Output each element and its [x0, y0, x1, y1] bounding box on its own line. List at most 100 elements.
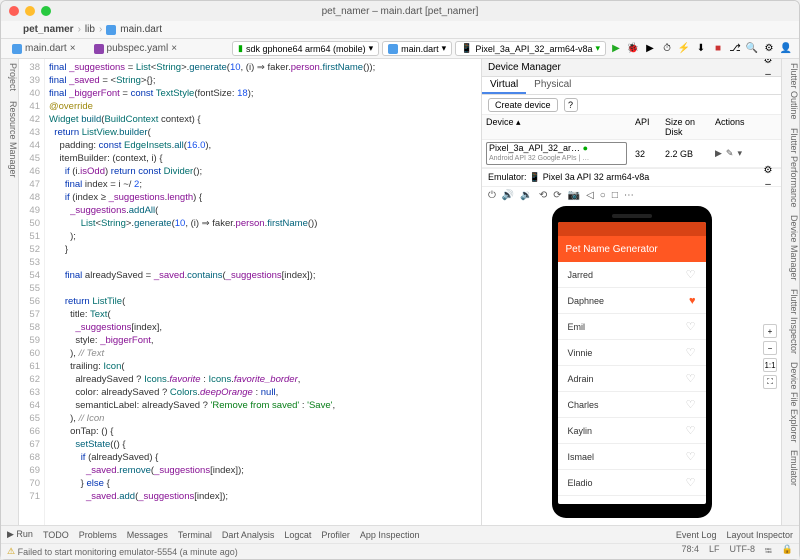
- col-size[interactable]: Size on Disk: [661, 115, 711, 139]
- debug-icon[interactable]: 🐞: [626, 42, 640, 56]
- favorite-icon[interactable]: ♡: [686, 398, 696, 411]
- col-api[interactable]: API: [631, 115, 661, 139]
- favorite-icon[interactable]: ♡: [686, 346, 696, 359]
- zoom-out-icon[interactable]: −: [763, 341, 777, 355]
- list-item[interactable]: Vinnie♡: [558, 340, 706, 366]
- tab-app-inspection[interactable]: App Inspection: [360, 530, 420, 540]
- favorite-icon[interactable]: ♡: [686, 268, 696, 281]
- settings-icon[interactable]: ⚙: [762, 42, 776, 56]
- list-item[interactable]: Emil♡: [558, 314, 706, 340]
- tool-resource-manager[interactable]: Resource Manager: [1, 101, 18, 178]
- vcs-icon[interactable]: ⎇: [728, 42, 742, 56]
- profile-icon[interactable]: ⏱: [660, 42, 674, 56]
- tool-device-file-explorer[interactable]: Device File Explorer: [782, 362, 799, 443]
- power-icon[interactable]: ⏻: [488, 190, 496, 201]
- run-icon[interactable]: ▶: [609, 42, 623, 56]
- col-actions[interactable]: Actions: [711, 115, 781, 139]
- tab-messages[interactable]: Messages: [127, 530, 168, 540]
- zoom-icon[interactable]: [41, 6, 51, 16]
- create-device-button[interactable]: Create device: [488, 98, 558, 112]
- tab-layout-inspector[interactable]: Layout Inspector: [726, 530, 793, 540]
- hot-reload-icon[interactable]: ⚡: [677, 42, 691, 56]
- coverage-icon[interactable]: ▶: [643, 42, 657, 56]
- phone-screen[interactable]: Pet Name Generator Jarred♡Daphnee♥Emil♡V…: [558, 222, 706, 504]
- caret-position[interactable]: 78:4: [681, 544, 699, 560]
- settings-icon[interactable]: ⚙: [761, 164, 775, 178]
- minimize-icon[interactable]: [25, 6, 35, 16]
- play-icon[interactable]: ▶: [715, 148, 722, 159]
- tab-terminal[interactable]: Terminal: [178, 530, 212, 540]
- more-icon[interactable]: ⋯: [624, 190, 634, 201]
- favorite-icon[interactable]: ♡: [686, 502, 696, 504]
- list-item[interactable]: Stefanie♡: [558, 496, 706, 504]
- tab-pubspec[interactable]: pubspec.yaml×: [89, 42, 183, 55]
- screenshot-icon[interactable]: 📷: [568, 190, 580, 201]
- back-icon[interactable]: ◁: [586, 190, 594, 201]
- more-icon[interactable]: ▾: [737, 148, 742, 159]
- tab-virtual[interactable]: Virtual: [482, 77, 526, 94]
- overview-icon[interactable]: □: [612, 190, 618, 201]
- tab-physical[interactable]: Physical: [526, 77, 579, 94]
- close-tab-icon[interactable]: ×: [70, 43, 76, 54]
- tab-todo[interactable]: TODO: [43, 530, 69, 540]
- tab-logcat[interactable]: Logcat: [284, 530, 311, 540]
- rotate-left-icon[interactable]: ⟲: [539, 190, 547, 201]
- settings-icon[interactable]: ⚙: [761, 59, 775, 68]
- zoom-fit-icon[interactable]: 1:1: [763, 358, 777, 372]
- list-item[interactable]: Charles♡: [558, 392, 706, 418]
- list-item[interactable]: Adrain♡: [558, 366, 706, 392]
- search-icon[interactable]: 🔍: [745, 42, 759, 56]
- target-selector[interactable]: 📱Pixel_3a_API_32_arm64-v8a▾: [455, 41, 606, 56]
- tool-emulator[interactable]: Emulator: [782, 450, 799, 486]
- favorite-icon[interactable]: ♡: [686, 476, 696, 489]
- tool-flutter-perf[interactable]: Flutter Performance: [782, 128, 799, 208]
- tab-profiler[interactable]: Profiler: [321, 530, 350, 540]
- favorite-icon[interactable]: ♡: [686, 372, 696, 385]
- vol-up-icon[interactable]: 🔊: [502, 190, 514, 201]
- tab-dart-analysis[interactable]: Dart Analysis: [222, 530, 275, 540]
- vol-down-icon[interactable]: 🔉: [520, 190, 532, 201]
- lock-icon[interactable]: 🔒: [782, 544, 793, 560]
- code-editor[interactable]: 3839404142434445464748495051525354555657…: [19, 59, 481, 525]
- col-device[interactable]: Device ▴: [482, 115, 631, 139]
- list-item[interactable]: Eladio♡: [558, 470, 706, 496]
- attach-icon[interactable]: ⬇: [694, 42, 708, 56]
- pet-list[interactable]: Jarred♡Daphnee♥Emil♡Vinnie♡Adrain♡Charle…: [558, 262, 706, 504]
- tool-flutter-inspector[interactable]: Flutter Inspector: [782, 289, 799, 354]
- tool-flutter-outline[interactable]: Flutter Outline: [782, 63, 799, 120]
- favorite-icon[interactable]: ♡: [686, 424, 696, 437]
- tool-project[interactable]: Project: [1, 63, 18, 91]
- help-icon[interactable]: ?: [564, 98, 578, 112]
- rotate-right-icon[interactable]: ⟳: [553, 190, 561, 201]
- list-item[interactable]: Kaylin♡: [558, 418, 706, 444]
- list-item[interactable]: Daphnee♥: [558, 288, 706, 314]
- home-icon[interactable]: ○: [600, 190, 606, 201]
- close-tab-icon[interactable]: ×: [171, 43, 177, 54]
- breadcrumb-project[interactable]: pet_namer: [23, 24, 74, 35]
- favorite-icon[interactable]: ♥: [689, 295, 696, 307]
- favorite-icon[interactable]: ♡: [686, 450, 696, 463]
- tab-event-log[interactable]: Event Log: [676, 530, 717, 540]
- tab-problems[interactable]: Problems: [79, 530, 117, 540]
- tool-device-manager[interactable]: Device Manager: [782, 215, 799, 281]
- edit-icon[interactable]: ✎: [726, 148, 734, 159]
- tab-run[interactable]: ▶ Run: [7, 529, 33, 540]
- list-item[interactable]: Ismael♡: [558, 444, 706, 470]
- zoom-actual-icon[interactable]: ⛶: [763, 375, 777, 389]
- stop-icon[interactable]: ■: [711, 42, 725, 56]
- zoom-in-icon[interactable]: +: [763, 324, 777, 338]
- line-sep[interactable]: LF: [709, 544, 720, 560]
- indent-icon[interactable]: ⭾: [765, 544, 772, 560]
- breadcrumb-folder[interactable]: lib: [85, 24, 95, 35]
- encoding[interactable]: UTF-8: [729, 544, 755, 560]
- close-icon[interactable]: [9, 6, 19, 16]
- list-item[interactable]: Jarred♡: [558, 262, 706, 288]
- avatar-icon[interactable]: 👤: [779, 42, 793, 56]
- device-selector[interactable]: ▮sdk gphone64 arm64 (mobile)▾: [232, 41, 379, 56]
- table-row[interactable]: Pixel_3a_API_32_ar… ●Android API 32 Goog…: [482, 140, 781, 168]
- breadcrumb-file[interactable]: main.dart: [120, 24, 162, 35]
- favorite-icon[interactable]: ♡: [686, 320, 696, 333]
- run-config-selector[interactable]: main.dart▾: [382, 41, 452, 56]
- tab-main-dart[interactable]: main.dart×: [7, 42, 81, 55]
- code-content[interactable]: final _suggestions = List<String>.genera…: [45, 59, 481, 525]
